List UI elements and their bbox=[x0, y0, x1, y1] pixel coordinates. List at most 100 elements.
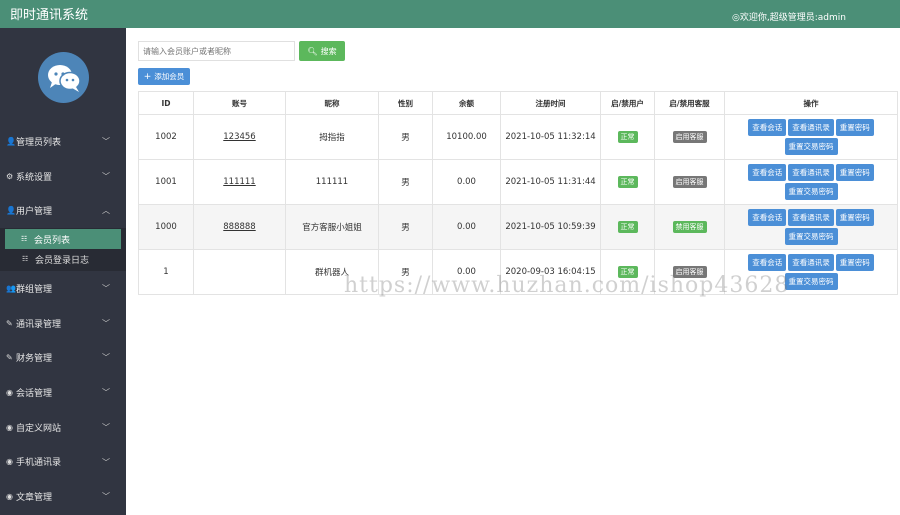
gear-icon: ⚙ bbox=[6, 171, 14, 181]
main-content: 🔍︎ 搜索 + 添加会员 ID账号昵称性别余额注册时间启/禁用户启/禁用客服操作… bbox=[126, 28, 900, 515]
search-input[interactable] bbox=[138, 41, 295, 61]
account-cell bbox=[193, 249, 286, 295]
account-link[interactable]: 111111 bbox=[223, 177, 255, 187]
chevron-down-icon: ﹀ bbox=[102, 422, 110, 432]
sidebar-item-3[interactable]: 👥 群组管理 ﹀ bbox=[0, 271, 126, 306]
sidebar-item-label: 文章管理 bbox=[16, 493, 53, 504]
reset-password-button[interactable]: 重置密码 bbox=[835, 209, 874, 226]
view-chat-button[interactable]: 查看会话 bbox=[748, 119, 787, 136]
users-icon: 👥 bbox=[6, 283, 16, 293]
account-cell: 888888 bbox=[193, 204, 286, 250]
gender-cell: 男 bbox=[378, 204, 433, 250]
table-row: 1000 888888 官方客服小姐姐男 0.00 2021-10-05 10:59:3… bbox=[138, 204, 898, 250]
view-chat-button[interactable]: 查看会话 bbox=[748, 209, 787, 226]
column-header: ID bbox=[138, 91, 194, 115]
nickname-cell: 拇指指 bbox=[285, 114, 379, 160]
member-table: ID 账号 昵称 性别 余额 注册时间 启/禁用户 启/禁用客服 操作 1002 123456 拇指… bbox=[138, 91, 898, 295]
view-chat-button[interactable]: 查看会话 bbox=[748, 164, 787, 181]
chevron-down-icon: ﹀ bbox=[102, 171, 110, 181]
sidebar-item-8[interactable]: ◉ 手机通讯录 ﹀ bbox=[0, 445, 126, 480]
service-status-cell: 启用客服 bbox=[654, 114, 725, 160]
balance-cell: 0.00 bbox=[432, 204, 501, 250]
search-button-label: 搜索 bbox=[320, 46, 337, 56]
account-cell: 111111 bbox=[193, 159, 286, 205]
service-status-toggle[interactable]: 启用客服 bbox=[672, 131, 707, 143]
user-status-toggle[interactable]: 正常 bbox=[617, 221, 638, 233]
chevron-down-icon: ﹀ bbox=[102, 137, 110, 146]
sidebar-item-label: 自定义网站 bbox=[16, 423, 62, 434]
table-row: 1002 123456 拇指指男 10100.00 2021-10-05 11:32:1… bbox=[138, 114, 898, 160]
view-chat-button[interactable]: 查看会话 bbox=[748, 254, 787, 271]
table-row: 1001 111111 111111 男 0.00 2021-10-05 11:31:44… bbox=[138, 159, 898, 205]
sidebar-item-label: 通讯录管理 bbox=[16, 319, 62, 330]
balance-cell: 10100.00 bbox=[432, 114, 501, 160]
column-header: 账号 bbox=[193, 91, 286, 115]
chevron-down-icon: ﹀ bbox=[102, 284, 110, 294]
chevron-down-icon: ﹀ bbox=[102, 492, 110, 502]
id-cell: 1000 bbox=[138, 204, 194, 250]
column-header: 注册时间 bbox=[500, 91, 601, 115]
submenu-item-label: 会员列表 bbox=[34, 235, 71, 246]
user-status-toggle[interactable]: 正常 bbox=[617, 131, 638, 143]
view-contacts-button[interactable]: 查看通讯录 bbox=[788, 254, 834, 271]
reset-trade-password-button[interactable]: 重置交易密码 bbox=[784, 138, 838, 155]
submenu-item-1[interactable]: ☷ 会员登录日志 bbox=[0, 249, 126, 269]
account-link[interactable]: 888888 bbox=[223, 222, 255, 232]
user-icon: 👤 bbox=[6, 136, 16, 146]
registered-time-cell: 2021-10-05 11:32:14 bbox=[500, 114, 601, 160]
account-cell: 123456 bbox=[193, 114, 286, 160]
account-link[interactable]: 123456 bbox=[223, 132, 255, 142]
search-button[interactable]: 🔍︎ 搜索 bbox=[299, 41, 345, 61]
view-contacts-button[interactable]: 查看通讯录 bbox=[788, 119, 834, 136]
sidebar-item-7[interactable]: ◉ 自定义网站 ﹀ bbox=[0, 410, 126, 445]
submenu-item-0[interactable]: ☷ 会员列表 bbox=[5, 229, 121, 250]
sidebar-item-2[interactable]: 👤 用户管理 ︿ bbox=[0, 193, 126, 228]
edit-icon: ✎ bbox=[6, 353, 13, 363]
reset-password-button[interactable]: 重置密码 bbox=[835, 164, 874, 181]
chevron-up-icon: ︿ bbox=[102, 206, 110, 216]
service-status-toggle[interactable]: 禁用客服 bbox=[672, 221, 707, 233]
id-cell: 1002 bbox=[138, 114, 194, 160]
sidebar-item-label: 财务管理 bbox=[16, 354, 53, 365]
sidebar-item-5[interactable]: ✎ 财务管理 ﹀ bbox=[0, 340, 126, 375]
sidebar-item-label: 系统设置 bbox=[16, 172, 53, 183]
service-status-toggle[interactable]: 启用客服 bbox=[672, 176, 707, 188]
sidebar-item-label: 会话管理 bbox=[16, 388, 53, 399]
circle-icon: ◉ bbox=[6, 492, 13, 502]
sidebar-item-1[interactable]: ⚙ 系统设置 ﹀ bbox=[0, 159, 126, 194]
column-header: 性别 bbox=[378, 91, 433, 115]
user-status-toggle[interactable]: 正常 bbox=[617, 176, 638, 188]
operations-cell: 查看会话 查看通讯录 重置密码重置交易密码 bbox=[724, 114, 898, 160]
sidebar-item-4[interactable]: ✎ 通讯录管理 ﹀ bbox=[0, 306, 126, 341]
sidebar-item-label: 管理员列表 bbox=[16, 137, 62, 148]
sidebar-item-9[interactable]: ◉ 文章管理 ﹀ bbox=[0, 479, 126, 514]
logo-area bbox=[0, 28, 126, 124]
service-status-cell: 启用客服 bbox=[654, 159, 725, 205]
reset-trade-password-button[interactable]: 重置交易密码 bbox=[784, 183, 838, 200]
sidebar-item-label: 手机通讯录 bbox=[16, 458, 62, 469]
column-header: 启/禁用户 bbox=[600, 91, 655, 115]
reset-trade-password-button[interactable]: 重置交易密码 bbox=[784, 273, 838, 290]
operations-cell: 查看会话 查看通讯录 重置密码重置交易密码 bbox=[724, 204, 898, 250]
reset-password-button[interactable]: 重置密码 bbox=[835, 119, 874, 136]
watermark-text: https://www.huzhan.com/ishop43628 bbox=[344, 273, 790, 298]
nickname-cell: 111111 bbox=[285, 159, 379, 205]
list-icon: ☷ bbox=[21, 235, 28, 244]
welcome-text: ◎欢迎你,超级管理员:admin bbox=[732, 13, 846, 23]
circle-icon: ◉ bbox=[6, 457, 13, 467]
sidebar-item-label: 用户管理 bbox=[16, 207, 53, 218]
add-member-button[interactable]: + 添加会员 bbox=[138, 68, 190, 85]
sidebar-item-0[interactable]: 👤 管理员列表 ﹀ bbox=[0, 124, 126, 159]
gender-cell: 男 bbox=[378, 114, 433, 160]
user-management-submenu: ☷ 会员列表 ☷ 会员登录日志 bbox=[0, 228, 126, 272]
circle-icon: ◉ bbox=[6, 387, 13, 397]
registered-time-cell: 2021-10-05 11:31:44 bbox=[500, 159, 601, 205]
balance-cell: 0.00 bbox=[432, 159, 501, 205]
reset-trade-password-button[interactable]: 重置交易密码 bbox=[784, 228, 838, 245]
user-status-cell: 正常 bbox=[600, 204, 655, 250]
reset-password-button[interactable]: 重置密码 bbox=[835, 254, 874, 271]
gender-cell: 男 bbox=[378, 159, 433, 205]
view-contacts-button[interactable]: 查看通讯录 bbox=[788, 164, 834, 181]
sidebar-item-6[interactable]: ◉ 会话管理 ﹀ bbox=[0, 375, 126, 410]
view-contacts-button[interactable]: 查看通讯录 bbox=[788, 209, 834, 226]
